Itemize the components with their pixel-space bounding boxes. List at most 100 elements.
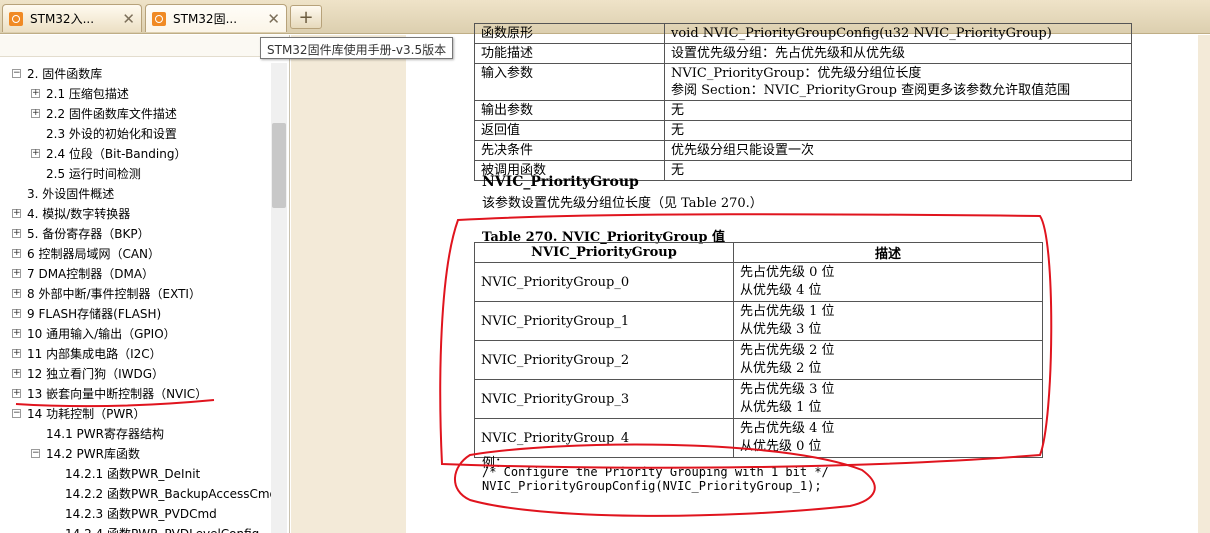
expand-icon[interactable]: + [12, 288, 21, 298]
table-value-cell: 无 [664, 120, 1132, 141]
expand-icon[interactable]: + [12, 248, 21, 258]
sidebar-item[interactable]: +11 内部集成电路（I2C） [0, 343, 270, 363]
table-key-cell: 输入参数 [474, 63, 665, 101]
sidebar-item[interactable]: 14.2.4 函数PWR_PVDLevelConfig [0, 523, 270, 533]
sidebar-item[interactable]: −14.2 PWR库函数 [0, 443, 270, 463]
expand-icon[interactable]: + [31, 148, 40, 158]
priority-group-desc: 先占优先级 1 位从优先级 3 位 [733, 301, 1043, 341]
priority-group-name: NVIC_PriorityGroup_3 [474, 379, 734, 419]
cell-line: 无 [671, 103, 685, 118]
sidebar-item[interactable]: +6 控制器局域网（CAN） [0, 243, 270, 263]
priority-group-table: NVIC_PriorityGroup 描述 NVIC_PriorityGroup… [474, 242, 1043, 458]
table-row: NVIC_PriorityGroup_4 先占优先级 4 位从优先级 0 位 [474, 418, 1043, 458]
cell-line: 从优先级 4 位 [740, 283, 822, 298]
table-row: NVIC_PriorityGroup_0 先占优先级 0 位从优先级 4 位 [474, 262, 1043, 302]
table-value-cell: 优先级分组只能设置一次 [664, 140, 1132, 161]
table-header: NVIC_PriorityGroup [474, 242, 734, 263]
sidebar-scrollbar[interactable] [271, 63, 287, 533]
table-key-cell: 输出参数 [474, 100, 665, 121]
cell-line: 优先级分组只能设置一次 [671, 143, 815, 158]
sidebar-item-label: 2.5 运行时间检测 [46, 166, 141, 181]
document-page: 函数原形 void NVIC_PriorityGroupConfig(u32 NV… [406, 23, 1198, 533]
table-row: 函数原形 void NVIC_PriorityGroupConfig(u32 NV… [474, 23, 1132, 44]
sidebar-item[interactable]: 14.1 PWR寄存器结构 [0, 423, 270, 443]
collapse-icon[interactable]: − [31, 448, 40, 458]
expand-icon[interactable]: + [12, 268, 21, 278]
section-description: 该参数设置优先级分组位长度（见 Table 270.） [482, 196, 763, 211]
sidebar-header [0, 35, 289, 57]
expand-icon[interactable]: + [31, 88, 40, 98]
page-gutter [291, 35, 406, 533]
sidebar-item[interactable]: 14.2.2 函数PWR_BackupAccessCmd [0, 483, 277, 503]
sidebar-item[interactable]: −14 功耗控制（PWR） [0, 403, 270, 423]
tab-tooltip: STM32固件库使用手册-v3.5版本 [260, 37, 454, 59]
expand-icon[interactable]: + [12, 388, 21, 398]
new-tab-button[interactable]: + [290, 5, 322, 29]
sidebar-item[interactable]: +13 嵌套向量中断控制器（NVIC） [0, 383, 270, 403]
sidebar-item[interactable]: +7 DMA控制器（DMA） [0, 263, 270, 283]
tab-stm32-firmware[interactable]: STM32固... ✕ [145, 4, 287, 32]
priority-group-name: NVIC_PriorityGroup_1 [474, 301, 734, 341]
cell-line: 从优先级 0 位 [740, 439, 822, 454]
sidebar-item[interactable]: 2.5 运行时间检测 [0, 163, 270, 183]
sidebar-item[interactable]: +8 外部中断/事件控制器（EXTI） [0, 283, 270, 303]
sidebar-item[interactable]: +2.4 位段（Bit-Banding） [0, 143, 270, 163]
table-key-cell: 功能描述 [474, 43, 665, 64]
cell-line: 设置优先级分组：先占优先级和从优先级 [671, 46, 906, 61]
cell-line: 从优先级 3 位 [740, 322, 822, 337]
sidebar-item[interactable]: 14.2.1 函数PWR_DeInit [0, 463, 270, 483]
priority-group-desc: 先占优先级 3 位从优先级 1 位 [733, 379, 1043, 419]
expand-icon[interactable]: + [12, 208, 21, 218]
cell-line: 先占优先级 4 位 [740, 421, 835, 436]
code-example: /* Configure the Priority Grouping with … [482, 465, 829, 493]
sidebar-item[interactable]: +10 通用输入/输出（GPIO） [0, 323, 270, 343]
code-line: /* Configure the Priority Grouping with … [482, 465, 829, 479]
sidebar-item-label: 14.2.2 函数PWR_BackupAccessCmd [65, 486, 278, 501]
close-icon[interactable]: ✕ [267, 11, 280, 26]
code-line: NVIC_PriorityGroupConfig(NVIC_PriorityGr… [482, 479, 822, 493]
table-row: 返回值无 [474, 120, 1132, 141]
table-row: 输入参数 NVIC_PriorityGroup：优先级分组位长度 参阅 Sectio… [474, 63, 1132, 101]
sidebar-item-label: 7 DMA控制器（DMA） [27, 266, 155, 281]
table-row: 功能描述 设置优先级分组：先占优先级和从优先级 [474, 43, 1132, 64]
cell-line: 先占优先级 0 位 [740, 265, 835, 280]
cell-line: 无 [671, 163, 685, 178]
sidebar-item-label: 11 内部集成电路（I2C） [27, 346, 162, 361]
section-title: NVIC_PriorityGroup [482, 174, 639, 190]
sidebar-item[interactable]: +2.2 固件函数库文件描述 [0, 103, 270, 123]
sidebar-item[interactable]: +12 独立看门狗（IWDG） [0, 363, 270, 383]
table-value-cell: void NVIC_PriorityGroupConfig(u32 NVIC_P… [664, 23, 1132, 44]
sidebar-item[interactable]: +2.1 压缩包描述 [0, 83, 270, 103]
sidebar-item[interactable]: +9 FLASH存储器(FLASH) [0, 303, 270, 323]
sidebar-item-label: 10 通用输入/输出（GPIO） [27, 326, 176, 341]
scrollbar-thumb[interactable] [272, 123, 286, 208]
collapse-icon[interactable]: − [12, 68, 21, 78]
table-header: 描述 [733, 242, 1043, 263]
sidebar-item-label: 14.2.4 函数PWR_PVDLevelConfig [65, 525, 259, 533]
sidebar-item[interactable]: 2.3 外设的初始化和设置 [0, 123, 270, 143]
expand-icon[interactable]: + [12, 328, 21, 338]
sidebar-item-label: 9 FLASH存储器(FLASH) [27, 306, 162, 321]
table-row: 先决条件 优先级分组只能设置一次 [474, 140, 1132, 161]
sidebar-item[interactable]: +4. 模拟/数字转换器 [0, 203, 270, 223]
priority-group-desc: 先占优先级 0 位从优先级 4 位 [733, 262, 1043, 302]
expand-icon[interactable]: + [12, 228, 21, 238]
expand-icon[interactable]: + [31, 108, 40, 118]
cell-line: 从优先级 1 位 [740, 400, 822, 415]
close-icon[interactable]: ✕ [122, 11, 135, 26]
sidebar-item[interactable]: −2. 固件函数库 [0, 63, 270, 83]
cell-line: 无 [671, 123, 685, 138]
expand-icon[interactable]: + [12, 348, 21, 358]
sidebar-item[interactable]: +5. 备份寄存器（BKP） [0, 223, 270, 243]
table-row: NVIC_PriorityGroup_3 先占优先级 3 位从优先级 1 位 [474, 379, 1043, 419]
table-value-cell: NVIC_PriorityGroup：优先级分组位长度 参阅 Section：NV… [664, 63, 1132, 101]
pdf-icon [9, 11, 23, 26]
collapse-icon[interactable]: − [12, 408, 21, 418]
sidebar-item[interactable]: 3. 外设固件概述 [0, 183, 270, 203]
sidebar-item[interactable]: 14.2.3 函数PWR_PVDCmd [0, 503, 270, 523]
tab-stm32-intro[interactable]: STM32入... ✕ [2, 4, 142, 32]
expand-icon[interactable]: + [12, 308, 21, 318]
expand-icon[interactable]: + [12, 368, 21, 378]
pdf-icon [152, 11, 166, 26]
table-row: NVIC_PriorityGroup_1 先占优先级 1 位从优先级 3 位 [474, 301, 1043, 341]
